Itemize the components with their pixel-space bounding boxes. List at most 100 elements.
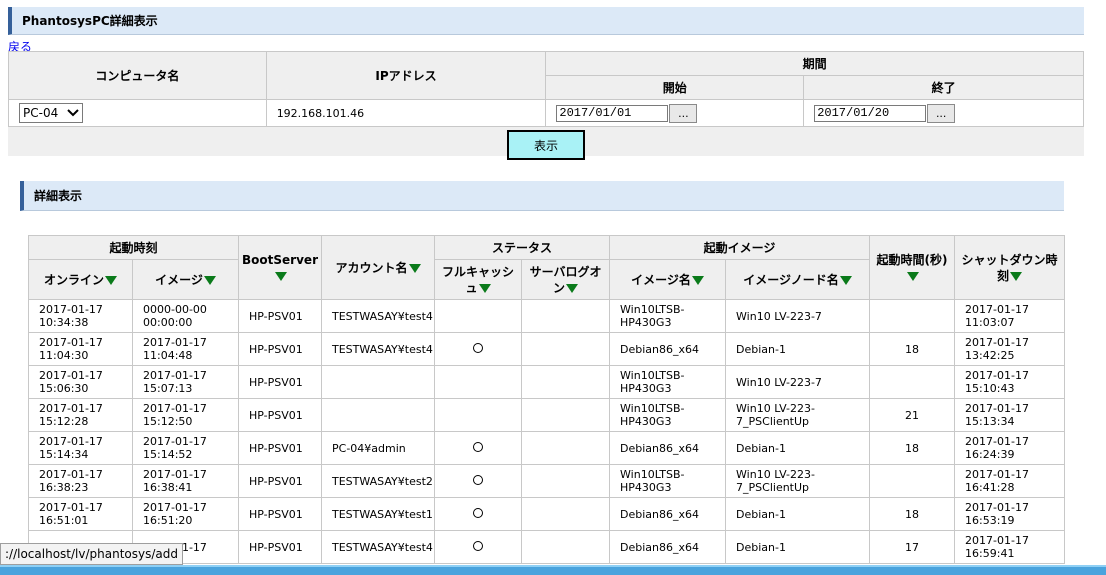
cell-server: HP-PSV01 xyxy=(238,398,323,432)
cell-account: TESTWASAY¥test4 xyxy=(321,299,436,333)
cell-node: Debian-1 xyxy=(725,431,871,465)
page-title: PhantosysPC詳細表示 xyxy=(8,7,1084,35)
cell-seconds xyxy=(869,464,956,498)
account-header[interactable]: アカウント名 xyxy=(321,235,436,300)
cell-account: TESTWASAY¥test4 xyxy=(321,530,436,564)
cell-image: 2017-01-17 16:51:20 xyxy=(131,497,240,531)
circle-icon xyxy=(473,540,484,551)
cell-seconds: 17 xyxy=(869,530,956,564)
cell-fullcache xyxy=(434,398,523,432)
table-row: 2017-01-17 15:06:30 2017-01-17 15:07:13 HP… xyxy=(28,365,1066,399)
start-date-picker-button[interactable]: ... xyxy=(669,103,698,123)
sort-down-icon[interactable] xyxy=(839,275,852,285)
start-date-input[interactable]: 2017/01/01 xyxy=(556,104,669,122)
cell-server: HP-PSV01 xyxy=(238,431,323,465)
image-node-header[interactable]: イメージノード名 xyxy=(725,259,871,300)
end-date-input[interactable]: 2017/01/20 xyxy=(814,104,927,122)
start-cell: 2017/01/01 ... xyxy=(545,99,805,127)
boot-image-group-header: 起動イメージ xyxy=(609,235,871,260)
start-header: 開始 xyxy=(545,75,805,100)
cell-image: 2017-01-17 15:14:52 xyxy=(131,431,240,465)
boot-seconds-header-label: 起動時間(秒) xyxy=(876,252,948,267)
cell-seconds xyxy=(869,299,956,333)
cell-seconds: 21 xyxy=(869,398,956,432)
cell-image-name: Debian86_x64 xyxy=(609,431,727,465)
table-row: 2017-01-17 16:38:23 2017-01-17 16:38:41 HP… xyxy=(28,464,1066,498)
cell-node: Debian-1 xyxy=(725,332,871,366)
end-date-picker-button[interactable]: ... xyxy=(927,103,956,123)
sort-down-icon[interactable] xyxy=(691,275,704,285)
cell-online: 2017-01-17 16:51:01 xyxy=(28,497,133,531)
cell-image-name: Debian86_x64 xyxy=(609,530,727,564)
cell-account: TESTWASAY¥test1 xyxy=(321,497,436,531)
account-header-label: アカウント名 xyxy=(335,260,408,275)
cell-online: 2017-01-17 15:12:28 xyxy=(28,398,133,432)
online-header-label: オンライン xyxy=(43,272,104,287)
cell-image-name: Debian86_x64 xyxy=(609,332,727,366)
cell-fullcache xyxy=(434,332,523,366)
display-button[interactable]: 表示 xyxy=(507,130,585,160)
cell-image-name: Win10LTSB-HP430G3 xyxy=(609,464,727,498)
detail-section-title: 詳細表示 xyxy=(20,181,1064,211)
cell-fullcache xyxy=(434,497,523,531)
serverlogon-header[interactable]: サーバログオン xyxy=(521,259,611,300)
cell-account xyxy=(321,398,436,432)
ip-address-value: 192.168.101.46 xyxy=(265,99,547,127)
cell-image: 2017-01-17 15:07:13 xyxy=(131,365,240,399)
cell-shutdown: 2017-01-17 11:03:07 xyxy=(954,299,1066,333)
cell-seconds xyxy=(869,365,956,399)
image-name-header-label: イメージ名 xyxy=(631,272,691,287)
cell-fullcache xyxy=(434,464,523,498)
shutdown-header[interactable]: シャットダウン時刻 xyxy=(954,235,1066,300)
cell-server: HP-PSV01 xyxy=(238,530,323,564)
status-bar-url: ://localhost/lv/phantosys/add xyxy=(0,543,183,565)
cell-image-name: Win10LTSB-HP430G3 xyxy=(609,398,727,432)
sort-down-icon[interactable] xyxy=(274,271,287,281)
cell-server: HP-PSV01 xyxy=(238,497,323,531)
circle-icon xyxy=(473,342,484,353)
sort-down-icon[interactable] xyxy=(1010,271,1023,281)
image-time-header[interactable]: イメージ xyxy=(131,259,240,300)
table-row: 2017-01-17 11:04:30 2017-01-17 11:04:48 HP… xyxy=(28,332,1066,366)
sort-down-icon[interactable] xyxy=(203,275,216,285)
cell-node: Win10 LV-223-7_PSClientUp xyxy=(725,398,871,432)
sort-down-icon[interactable] xyxy=(105,275,117,285)
image-time-header-label: イメージ xyxy=(155,272,203,287)
cell-server: HP-PSV01 xyxy=(238,332,323,366)
filter-table: コンピュータ名 IPアドレス 期間 開始 終了 PC-04 192.168.10… xyxy=(8,51,1084,127)
cell-seconds: 18 xyxy=(869,497,956,531)
bootserver-header[interactable]: BootServer xyxy=(238,235,323,300)
cell-online: 2017-01-17 15:14:34 xyxy=(28,431,133,465)
cell-fullcache xyxy=(434,431,523,465)
image-node-header-label: イメージノード名 xyxy=(743,272,839,287)
boot-seconds-header[interactable]: 起動時間(秒) xyxy=(869,235,956,300)
cell-logon xyxy=(521,365,611,399)
fullcache-header[interactable]: フルキャッシュ xyxy=(434,259,523,300)
sort-down-icon[interactable] xyxy=(478,283,491,293)
computer-cell: PC-04 xyxy=(8,99,267,127)
cell-logon xyxy=(521,332,611,366)
online-header[interactable]: オンライン xyxy=(28,259,133,300)
detail-table: 起動時刻 BootServer アカウント名 ステータス 起動イメージ 起動時間… xyxy=(27,235,1066,564)
sort-down-icon[interactable] xyxy=(408,263,421,273)
table-row: 2017-01-172017-01-17HP-PSV01TESTWASAY¥te… xyxy=(28,530,1066,564)
ip-address-header: IPアドレス xyxy=(265,51,547,100)
cell-node: Win10 LV-223-7_PSClientUp xyxy=(725,464,871,498)
cell-image: 0000-00-00 00:00:00 xyxy=(131,299,240,333)
sort-down-icon[interactable] xyxy=(906,271,919,281)
table-row: 2017-01-17 15:14:34 2017-01-17 15:14:52 HP… xyxy=(28,431,1066,465)
bootserver-header-label: BootServer xyxy=(242,252,318,267)
cell-node: Debian-1 xyxy=(725,497,871,531)
period-header: 期間 xyxy=(545,51,1084,76)
table-row: 2017-01-17 10:34:38 0000-00-00 00:00:00 HP… xyxy=(28,299,1066,333)
sort-down-icon[interactable] xyxy=(566,283,579,293)
cell-shutdown: 2017-01-17 16:24:39 xyxy=(954,431,1066,465)
computer-select-value: PC-04 xyxy=(23,106,59,120)
cell-shutdown: 2017-01-17 15:10:43 xyxy=(954,365,1066,399)
cell-node: Win10 LV-223-7 xyxy=(725,365,871,399)
cell-server: HP-PSV01 xyxy=(238,464,323,498)
computer-select[interactable]: PC-04 xyxy=(19,103,83,123)
image-name-header[interactable]: イメージ名 xyxy=(609,259,727,300)
cell-fullcache xyxy=(434,530,523,564)
cell-image-name: Debian86_x64 xyxy=(609,497,727,531)
